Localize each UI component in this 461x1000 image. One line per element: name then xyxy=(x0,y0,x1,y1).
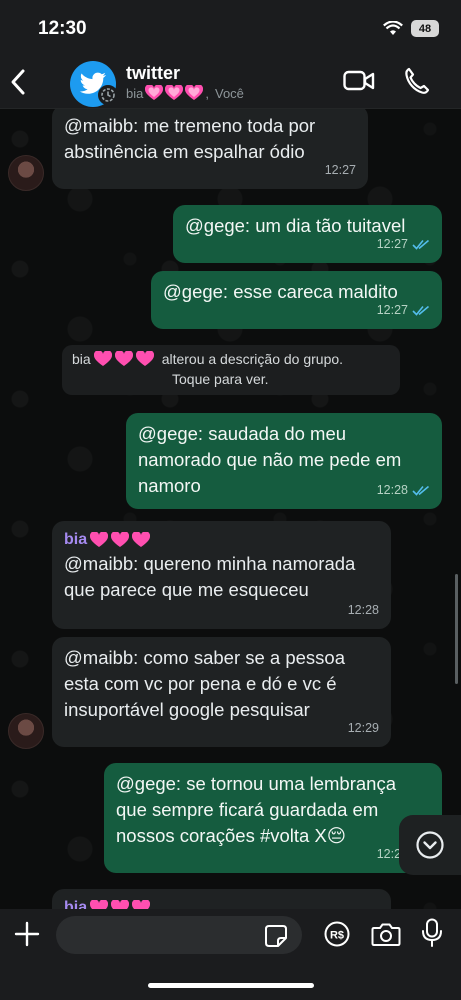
chat-title[interactable]: twitter xyxy=(126,63,180,84)
message-bubble[interactable]: @gege: esse careca maldito 12:27 xyxy=(151,271,442,329)
heart-icon xyxy=(111,900,130,909)
message-text: que sempre ficará guardada em xyxy=(116,799,379,820)
heart-icon xyxy=(132,900,151,909)
message-time: 12:27 xyxy=(376,303,408,317)
message-bubble[interactable]: @maibb: me tremeno toda por abstinência … xyxy=(52,109,368,189)
system-message-line2: Toque para ver. xyxy=(172,371,269,387)
heart-icon xyxy=(90,900,109,909)
scroll-down-icon xyxy=(416,831,444,859)
member-avatar[interactable] xyxy=(8,713,44,749)
message-time: 12:27 xyxy=(324,163,356,177)
message-bubble[interactable]: @gege: saudada do meu namorado que não m… xyxy=(126,413,442,509)
message-text: esta com vc por pena e dó e vc é xyxy=(64,673,337,694)
message-sender[interactable]: bia xyxy=(64,529,380,551)
chat-header: twitter bia , Você xyxy=(0,55,461,109)
wifi-icon xyxy=(383,21,403,35)
heart-icon xyxy=(111,532,130,547)
participant-you: Você xyxy=(214,85,244,101)
message-text: @maibb: me tremeno toda por xyxy=(64,115,316,136)
heart-icon xyxy=(185,85,204,100)
participant-separator: , xyxy=(205,85,209,101)
message-time: 12:28 xyxy=(347,603,379,617)
system-message-name: bia xyxy=(72,351,91,367)
status-icons: 48 xyxy=(383,20,439,37)
heart-icon xyxy=(93,351,112,366)
back-icon[interactable] xyxy=(8,65,30,99)
message-time: 12:28 xyxy=(376,483,408,497)
message-text: @gege: saudada do meu xyxy=(138,423,347,444)
video-call-icon[interactable] xyxy=(343,69,375,93)
svg-text:R$: R$ xyxy=(330,930,344,942)
pix-payment-icon[interactable]: R$ xyxy=(324,921,350,947)
sticker-icon[interactable] xyxy=(264,924,288,948)
scroll-down-button[interactable] xyxy=(399,815,461,875)
message-bubble[interactable]: bia xyxy=(52,889,391,909)
message-bubble[interactable]: bia @maibb: quereno minha namorada que p… xyxy=(52,521,391,629)
heart-icon xyxy=(90,532,109,547)
phone-icon[interactable] xyxy=(404,67,430,95)
message-sender[interactable]: bia xyxy=(64,897,380,909)
participant-name: bia xyxy=(126,85,144,101)
chat-area[interactable]: @maibb: me tremeno toda por abstinência … xyxy=(0,109,461,909)
message-text: que parece que me esqueceu xyxy=(64,579,309,600)
scrollbar[interactable] xyxy=(455,574,458,684)
system-message-line1: alterou a descrição do grupo. xyxy=(161,351,344,367)
message-bubble[interactable]: @gege: um dia tão tuitavel 12:27 xyxy=(173,205,442,263)
status-time: 12:30 xyxy=(38,18,87,39)
double-check-icon xyxy=(412,305,430,316)
heart-icon xyxy=(114,351,133,366)
message-text: abstinência em espalhar ódio xyxy=(64,141,305,162)
message-text: @maibb: quereno minha namorada xyxy=(64,553,356,574)
member-avatar[interactable] xyxy=(8,155,44,191)
heart-icon xyxy=(132,532,151,547)
battery-indicator: 48 xyxy=(411,20,439,37)
home-indicator xyxy=(148,983,314,988)
double-check-icon xyxy=(412,485,430,496)
message-text: insuportável google pesquisar xyxy=(64,699,310,720)
heart-icon xyxy=(145,85,164,100)
message-text: @gege: se tornou uma lembrança xyxy=(116,773,396,794)
chat-participants[interactable]: bia , Você xyxy=(126,85,244,101)
message-time: 12:29 xyxy=(347,721,379,735)
double-check-icon xyxy=(412,239,430,250)
status-bar: 12:30 48 xyxy=(0,0,461,55)
plus-icon[interactable] xyxy=(14,921,40,947)
heart-icon xyxy=(165,85,184,100)
message-bubble[interactable]: @maibb: como saber se a pessoa esta com … xyxy=(52,637,391,747)
heart-icon xyxy=(135,351,154,366)
system-message[interactable]: bia alterou a descrição do grupo. Toque … xyxy=(62,345,400,395)
camera-icon[interactable] xyxy=(371,922,401,947)
message-text: namorado que não me pede em xyxy=(138,449,402,470)
message-time: 12:27 xyxy=(376,237,408,251)
message-bubble[interactable]: @gege: se tornou uma lembrança que sempr… xyxy=(104,763,442,873)
message-text: @maibb: como saber se a pessoa xyxy=(64,647,346,668)
group-timer-icon xyxy=(98,85,118,105)
composer-bar: R$ xyxy=(0,909,461,1000)
microphone-icon[interactable] xyxy=(421,918,443,948)
